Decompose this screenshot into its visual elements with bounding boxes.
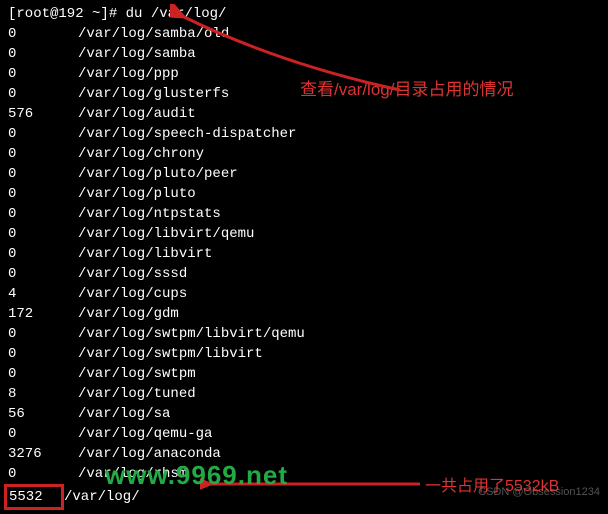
- total-path: /var/log/: [64, 489, 140, 505]
- du-path: /var/log/swtpm/libvirt/qemu: [78, 326, 305, 342]
- du-path: /var/log/samba/old: [78, 26, 229, 42]
- du-row: 172/var/log/gdm: [8, 304, 600, 324]
- du-size: 56: [8, 404, 78, 424]
- du-row: 0/var/log/swtpm/libvirt/qemu: [8, 324, 600, 344]
- du-size: 8: [8, 384, 78, 404]
- du-row: 0/var/log/ntpstats: [8, 204, 600, 224]
- du-path: /var/log/sssd: [78, 266, 187, 282]
- watermark-csdn: CSDN @Obsession1234: [478, 482, 600, 502]
- du-path: /var/log/sa: [78, 406, 170, 422]
- du-path: /var/log/swtpm: [78, 366, 196, 382]
- du-size: 0: [8, 204, 78, 224]
- du-path: /var/log/pluto: [78, 186, 196, 202]
- du-row: 0/var/log/pluto: [8, 184, 600, 204]
- shell-prompt: [root@192 ~]#: [8, 6, 126, 22]
- total-size-highlight: 5532: [4, 484, 64, 510]
- du-row: 0/var/log/samba: [8, 44, 600, 64]
- du-size: 576: [8, 104, 78, 124]
- du-size: 0: [8, 464, 78, 484]
- du-path: /var/log/ntpstats: [78, 206, 221, 222]
- du-size: 0: [8, 64, 78, 84]
- du-size: 3276: [8, 444, 78, 464]
- du-row: 0/var/log/speech-dispatcher: [8, 124, 600, 144]
- du-size: 0: [8, 164, 78, 184]
- du-size: 0: [8, 364, 78, 384]
- du-size: 0: [8, 344, 78, 364]
- du-row: 0/var/log/libvirt: [8, 244, 600, 264]
- du-size: 0: [8, 224, 78, 244]
- du-size: 0: [8, 264, 78, 284]
- du-path: /var/log/cups: [78, 286, 187, 302]
- du-row: 0/var/log/chrony: [8, 144, 600, 164]
- du-size: 0: [8, 44, 78, 64]
- du-path: /var/log/samba: [78, 46, 196, 62]
- du-row: 0/var/log/pluto/peer: [8, 164, 600, 184]
- du-size: 0: [8, 424, 78, 444]
- du-size: 0: [8, 124, 78, 144]
- du-path: /var/log/speech-dispatcher: [78, 126, 296, 142]
- du-path: /var/log/libvirt/qemu: [78, 226, 254, 242]
- du-row: 0/var/log/swtpm/libvirt: [8, 344, 600, 364]
- du-row: 576/var/log/audit: [8, 104, 600, 124]
- du-path: /var/log/swtpm/libvirt: [78, 346, 263, 362]
- du-path: /var/log/chrony: [78, 146, 204, 162]
- du-size: 0: [8, 24, 78, 44]
- terminal-output: [root@192 ~]# du /var/log/ 0/var/log/sam…: [0, 0, 608, 514]
- watermark-url: www.9969.net: [105, 465, 288, 485]
- du-row: 0/var/log/samba/old: [8, 24, 600, 44]
- du-size: 0: [8, 244, 78, 264]
- du-path: /var/log/pluto/peer: [78, 166, 238, 182]
- command-text: du /var/log/: [126, 6, 227, 22]
- du-path: /var/log/libvirt: [78, 246, 212, 262]
- du-row: 4/var/log/cups: [8, 284, 600, 304]
- du-path: /var/log/audit: [78, 106, 196, 122]
- du-size: 0: [8, 84, 78, 104]
- du-row: 0/var/log/swtpm: [8, 364, 600, 384]
- du-row: 56/var/log/sa: [8, 404, 600, 424]
- du-size: 172: [8, 304, 78, 324]
- du-path: /var/log/ppp: [78, 66, 179, 82]
- prompt-line: [root@192 ~]# du /var/log/: [8, 4, 600, 24]
- du-size: 4: [8, 284, 78, 304]
- du-size: 0: [8, 324, 78, 344]
- du-path: /var/log/gdm: [78, 306, 179, 322]
- du-row: 0/var/log/sssd: [8, 264, 600, 284]
- du-row: 3276/var/log/anaconda: [8, 444, 600, 464]
- du-size: 0: [8, 184, 78, 204]
- du-path: /var/log/glusterfs: [78, 86, 229, 102]
- du-path: /var/log/tuned: [78, 386, 196, 402]
- du-size: 0: [8, 144, 78, 164]
- du-path: /var/log/qemu-ga: [78, 426, 212, 442]
- du-row: 0/var/log/libvirt/qemu: [8, 224, 600, 244]
- annotation-top: 查看/var/log/目录占用的情况: [300, 80, 513, 100]
- du-row: 0/var/log/qemu-ga: [8, 424, 600, 444]
- du-row: 8/var/log/tuned: [8, 384, 600, 404]
